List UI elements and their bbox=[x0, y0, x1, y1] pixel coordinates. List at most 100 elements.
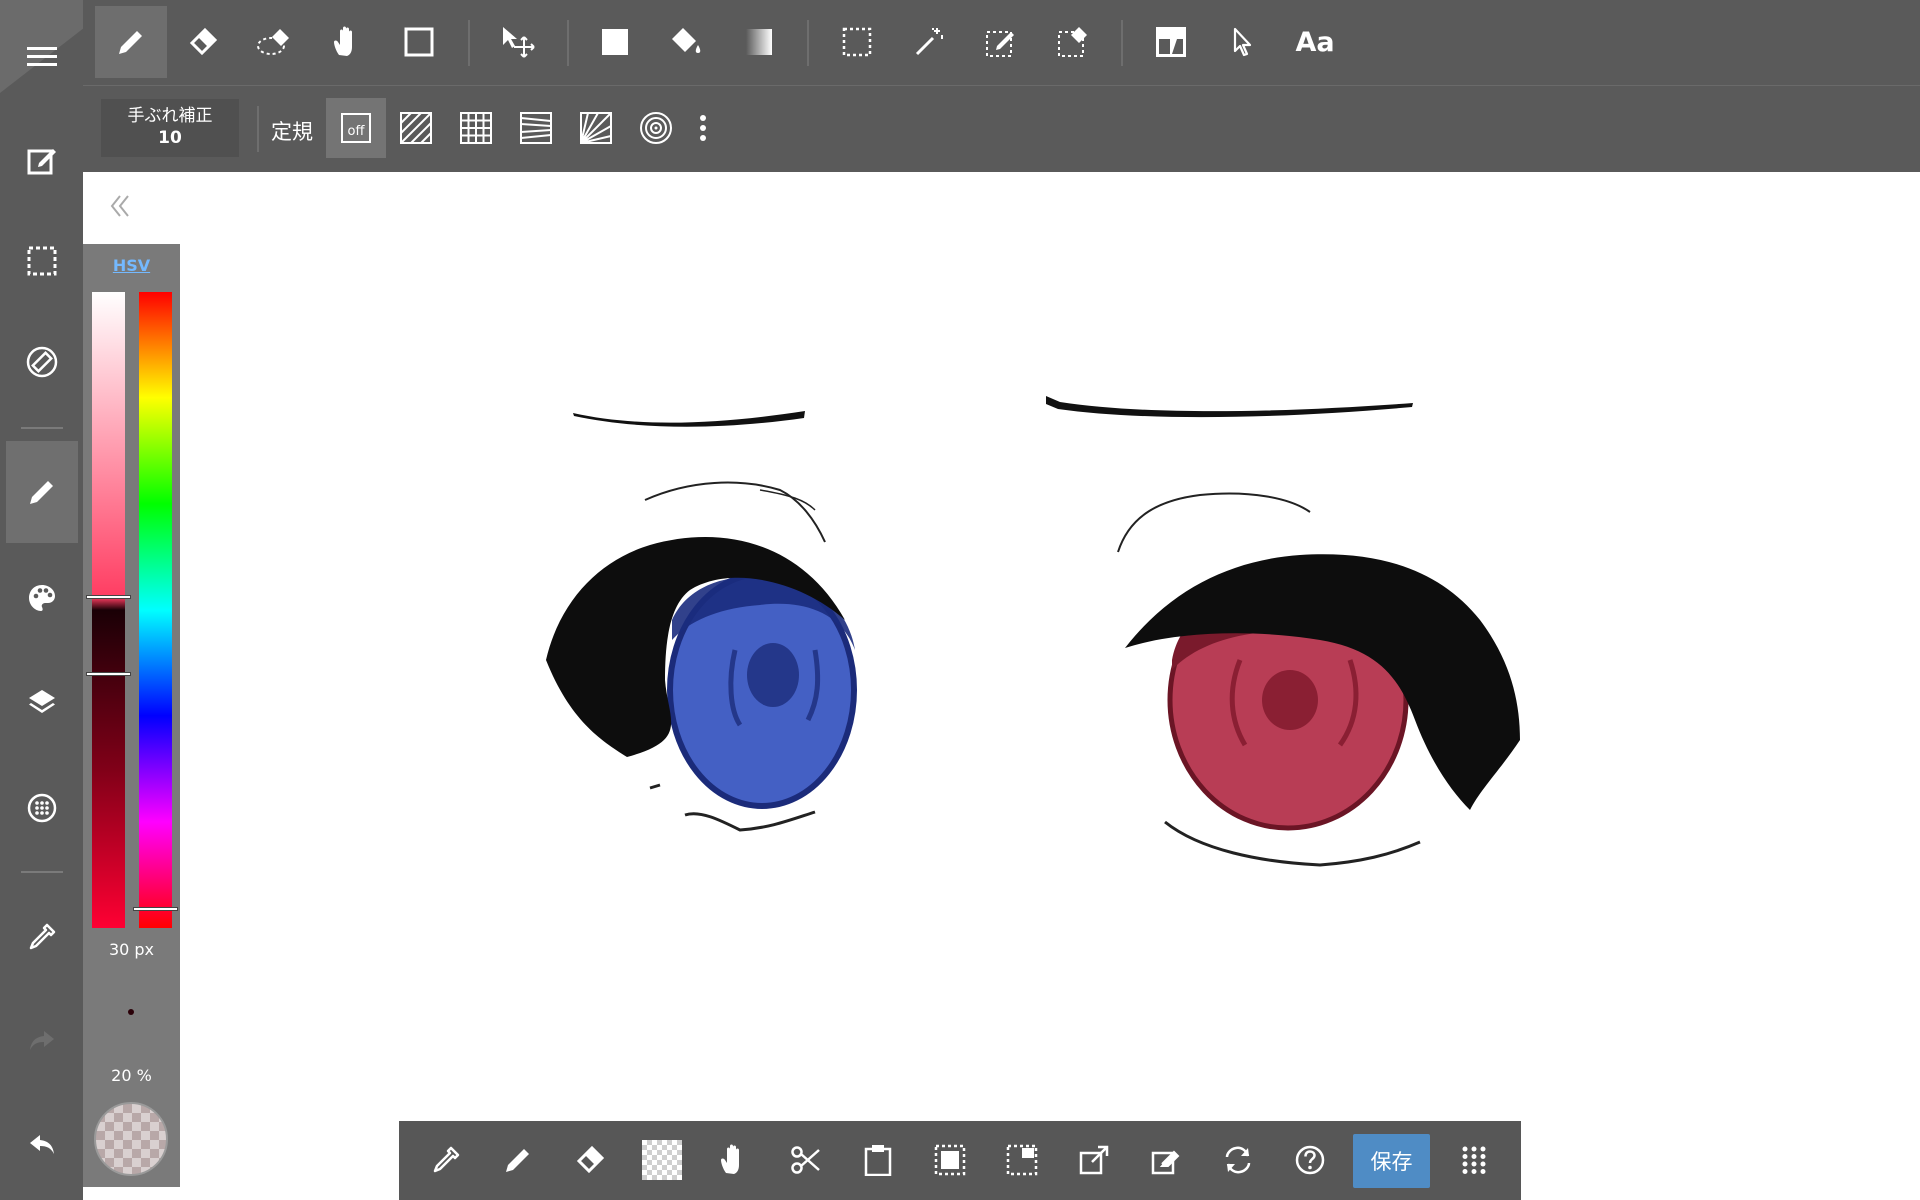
select-rect-tool[interactable] bbox=[821, 6, 893, 78]
select-eraser-tool[interactable] bbox=[1037, 6, 1109, 78]
hue-handle[interactable] bbox=[133, 906, 178, 911]
eraser-button[interactable] bbox=[559, 1129, 621, 1191]
toolbar-divider bbox=[1121, 20, 1123, 66]
magic-wand-tool[interactable] bbox=[893, 6, 965, 78]
drawing-canvas[interactable] bbox=[83, 172, 1920, 1200]
stabilizer-control[interactable]: 手ぶれ補正 10 bbox=[101, 99, 239, 157]
concentric-ruler-button[interactable] bbox=[626, 98, 686, 158]
pen-button[interactable] bbox=[487, 1129, 549, 1191]
free-transform-icon bbox=[1151, 1150, 1180, 1175]
gradient-tool[interactable] bbox=[723, 6, 795, 78]
parallel-ruler-icon bbox=[400, 112, 432, 144]
tool-options-bar: 手ぶれ補正 10 定規 off bbox=[83, 86, 1920, 172]
pencil-icon bbox=[506, 1149, 529, 1172]
stabilizer-value: 10 bbox=[158, 128, 182, 148]
undo-button[interactable] bbox=[7, 1110, 77, 1180]
frame-icon bbox=[1156, 27, 1186, 57]
transform-button[interactable] bbox=[1063, 1129, 1125, 1191]
transparent-swatch-icon bbox=[642, 1140, 682, 1180]
select-all-icon bbox=[934, 1144, 966, 1176]
radial-ruler-icon bbox=[580, 112, 612, 144]
move-tool[interactable] bbox=[482, 6, 554, 78]
collapse-panel-button[interactable] bbox=[108, 192, 132, 220]
lasso-eraser-icon bbox=[257, 29, 289, 55]
hand-icon bbox=[721, 1144, 739, 1174]
saturation-handle[interactable] bbox=[86, 595, 131, 600]
edit-icon bbox=[27, 149, 56, 175]
eraser-icon bbox=[189, 27, 218, 56]
pointer-icon bbox=[1233, 27, 1252, 57]
redo-icon bbox=[30, 1031, 54, 1050]
hand-button[interactable] bbox=[703, 1129, 765, 1191]
ruler-off-button[interactable]: off bbox=[326, 98, 386, 158]
left-pupil bbox=[747, 643, 799, 707]
eraser-tool[interactable] bbox=[167, 6, 239, 78]
right-pupil bbox=[1262, 670, 1318, 730]
rotate-canvas-button[interactable] bbox=[7, 327, 77, 397]
artwork bbox=[546, 396, 1520, 867]
color-palette-button[interactable] bbox=[7, 563, 77, 633]
text-icon: Aa bbox=[1295, 26, 1335, 58]
edit-button[interactable] bbox=[7, 125, 77, 195]
more-options-button[interactable] bbox=[686, 98, 720, 158]
scissors-icon bbox=[791, 1146, 820, 1174]
flip-button[interactable] bbox=[1207, 1129, 1269, 1191]
grid-menu-icon bbox=[1462, 1146, 1486, 1174]
pen-tool[interactable] bbox=[95, 6, 167, 78]
save-button[interactable]: 保存 bbox=[1353, 1134, 1430, 1188]
paste-button[interactable] bbox=[847, 1129, 909, 1191]
selection-button[interactable] bbox=[7, 226, 77, 296]
brush-size-label[interactable]: 30 px bbox=[83, 940, 180, 959]
apps-menu-button[interactable] bbox=[1443, 1129, 1505, 1191]
brightness-slider[interactable] bbox=[92, 292, 125, 928]
brush-size-preview bbox=[128, 1009, 134, 1015]
frame-tool[interactable] bbox=[1135, 6, 1207, 78]
cut-button[interactable] bbox=[775, 1129, 837, 1191]
perspective-1-ruler-button[interactable] bbox=[506, 98, 566, 158]
eyedropper-button[interactable] bbox=[415, 1129, 477, 1191]
ruler-label: 定規 bbox=[271, 120, 313, 144]
brightness-handle[interactable] bbox=[86, 671, 131, 676]
operation-tool[interactable] bbox=[1207, 6, 1279, 78]
fill-rect-tool[interactable] bbox=[579, 6, 651, 78]
tone-icon bbox=[27, 793, 57, 823]
parallel-ruler-button[interactable] bbox=[386, 98, 446, 158]
magic-wand-icon bbox=[915, 28, 943, 56]
hue-slider[interactable] bbox=[139, 292, 172, 928]
gradient-icon bbox=[746, 29, 772, 55]
top-toolbar: Aa bbox=[83, 0, 1920, 86]
redo-button[interactable] bbox=[7, 1006, 77, 1076]
menu-button[interactable] bbox=[7, 22, 77, 92]
toolbar-divider bbox=[807, 20, 809, 66]
current-color-swatch[interactable] bbox=[94, 1102, 168, 1176]
sidebar-divider bbox=[21, 871, 63, 873]
text-tool[interactable]: Aa bbox=[1279, 6, 1351, 78]
color-panel: HSV 30 px 20 % bbox=[83, 244, 180, 1187]
help-button[interactable] bbox=[1279, 1129, 1341, 1191]
radial-ruler-button[interactable] bbox=[566, 98, 626, 158]
select-pen-tool[interactable] bbox=[965, 6, 1037, 78]
hand-tool[interactable] bbox=[311, 6, 383, 78]
pen-tool-button[interactable] bbox=[6, 441, 78, 543]
hsv-tab[interactable]: HSV bbox=[83, 256, 180, 275]
layers-button[interactable] bbox=[7, 667, 77, 737]
materials-button[interactable] bbox=[7, 773, 77, 843]
opacity-label[interactable]: 20 % bbox=[83, 1066, 180, 1085]
free-transform-button[interactable] bbox=[1135, 1129, 1197, 1191]
toolbar-divider bbox=[468, 20, 470, 66]
shape-tool[interactable] bbox=[383, 6, 455, 78]
bucket-tool[interactable] bbox=[651, 6, 723, 78]
bucket-icon bbox=[672, 28, 701, 53]
deselect-button[interactable] bbox=[991, 1129, 1053, 1191]
fill-square-icon bbox=[602, 29, 628, 55]
hamburger-icon bbox=[27, 47, 57, 66]
right-eyebrow bbox=[1046, 396, 1413, 418]
select-all-button[interactable] bbox=[919, 1129, 981, 1191]
grid-ruler-button[interactable] bbox=[446, 98, 506, 158]
rotate-icon bbox=[1225, 1146, 1251, 1174]
eyedropper-button[interactable] bbox=[7, 902, 77, 972]
lasso-eraser-tool[interactable] bbox=[239, 6, 311, 78]
transparent-color-button[interactable] bbox=[631, 1129, 693, 1191]
transform-icon bbox=[1079, 1145, 1109, 1175]
double-chevron-left-icon bbox=[110, 195, 129, 217]
